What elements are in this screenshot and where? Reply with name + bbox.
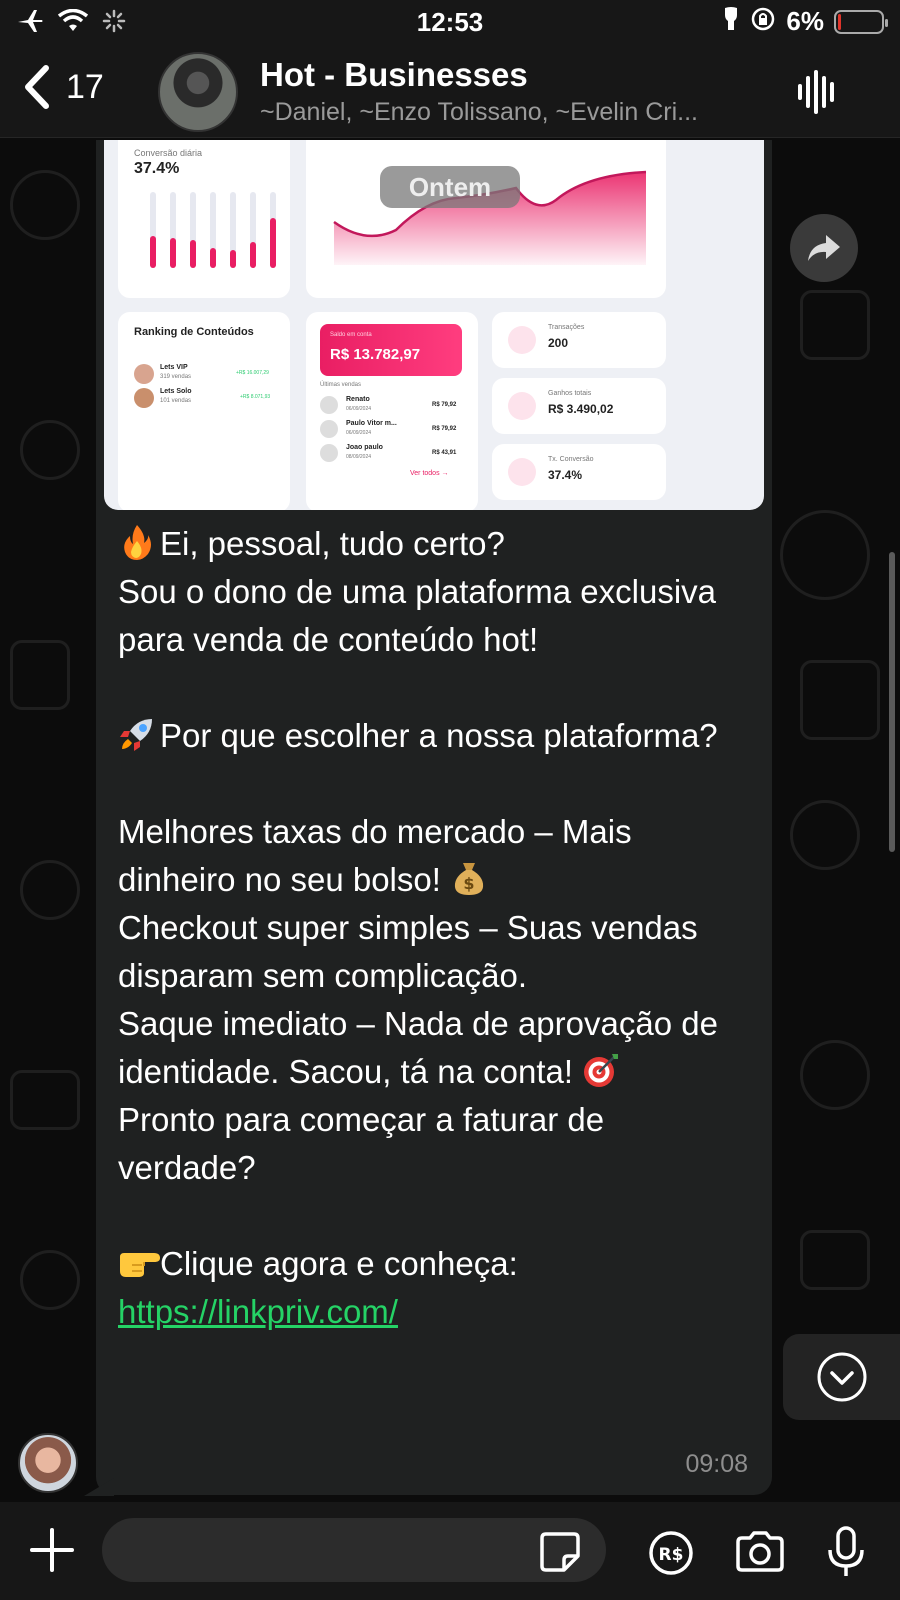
forward-button[interactable]	[790, 214, 858, 282]
earnings-chart-card	[306, 140, 666, 298]
attach-button[interactable]	[28, 1526, 76, 1579]
message-line: Sou o dono de uma plataforma exclusiva p…	[118, 573, 717, 658]
group-title[interactable]: Hot - Businesses	[260, 56, 528, 94]
svg-text:R$: R$	[659, 1545, 684, 1565]
sale-amount: R$ 79,92	[432, 402, 457, 408]
message-timestamp: 09:08	[685, 1450, 748, 1478]
stat-card: Transações 200	[492, 312, 666, 368]
ranking-item-name: Lets VIP	[160, 364, 188, 371]
battery-icon	[834, 9, 888, 34]
see-all-link: Ver todos →	[410, 470, 449, 477]
stat-card: Ganhos totais R$ 3.490,02	[492, 378, 666, 434]
stat-icon	[508, 458, 536, 486]
stat-icon	[508, 326, 536, 354]
message-line: Melhores taxas do mercado – Mais dinheir…	[118, 813, 632, 898]
message-line: Clique agora e conheça: https://linkpriv…	[118, 1243, 518, 1330]
flashlight-icon	[722, 6, 740, 37]
stat-label: Transações	[548, 324, 585, 331]
message-text: Ei, pessoal, tudo certo? Sou o dono de u…	[118, 520, 748, 1336]
ranking-item-amount: +R$ 16.007,29	[236, 370, 269, 376]
status-bar: 12:53 6%	[0, 0, 900, 46]
scrollbar[interactable]	[889, 552, 895, 852]
camera-icon	[736, 1531, 784, 1572]
message-composer: R$	[0, 1502, 900, 1600]
sale-name: Renato	[346, 396, 370, 403]
group-members[interactable]: ~Daniel, ~Enzo Tolissano, ~Evelin Cri...	[260, 98, 760, 127]
payment-button[interactable]: R$	[648, 1530, 694, 1581]
scroll-to-bottom-button[interactable]	[783, 1334, 900, 1420]
sticker-button[interactable]	[538, 1530, 582, 1579]
sale-amount: R$ 79,92	[432, 426, 457, 432]
chevron-left-icon	[25, 65, 49, 109]
date-chip: Ontem	[380, 166, 520, 208]
stat-icon	[508, 392, 536, 420]
ranking-item-amount: +R$ 8.071,93	[240, 394, 271, 400]
svg-text:$: $	[464, 874, 475, 893]
sticker-icon	[540, 1532, 580, 1572]
recent-sales-label: Últimas vendas	[320, 382, 362, 388]
balance-value: R$ 13.782,97	[330, 346, 421, 363]
sale-date: 06/09/2024	[346, 406, 372, 412]
fire-icon	[118, 523, 156, 561]
voice-chat-button[interactable]	[796, 68, 840, 121]
message-line: Checkout super simples – Suas vendas dis…	[118, 909, 698, 994]
camera-button[interactable]	[734, 1530, 786, 1579]
message-line: Ei, pessoal, tudo certo?	[118, 520, 748, 568]
balance-box: Saldo em conta R$ 13.782,97	[320, 324, 462, 376]
stat-value: 37.4%	[548, 468, 583, 482]
dart-icon	[582, 1051, 620, 1089]
plus-icon	[30, 1528, 74, 1572]
ranking-item-sales: 101 vendas	[160, 398, 192, 404]
conversion-label: Conversão diária	[134, 148, 203, 158]
stat-value: R$ 3.490,02	[548, 402, 614, 416]
conversion-value: 37.4%	[134, 160, 180, 177]
sale-amount: R$ 43,91	[432, 450, 457, 456]
audio-waveform-icon	[798, 70, 834, 114]
earnings-area-chart	[333, 170, 647, 265]
message-line: Pronto para começar a faturar de verdade…	[118, 1101, 605, 1186]
payment-icon: R$	[649, 1531, 693, 1575]
battery-percent: 6%	[786, 6, 824, 36]
rotation-lock-icon	[750, 6, 776, 37]
ranking-card: Ranking de Conteúdos Lets VIP 319 vendas…	[118, 312, 290, 510]
message-input[interactable]	[102, 1518, 606, 1582]
stat-value: 200	[548, 336, 569, 350]
unread-count: 17	[66, 67, 104, 106]
message-blank-line	[118, 760, 748, 808]
microphone-icon	[828, 1526, 864, 1576]
balance-card: Saldo em conta R$ 13.782,97 Últimas vend…	[306, 312, 478, 510]
ranking-title: Ranking de Conteúdos	[134, 326, 254, 338]
ranking-item-name: Lets Solo	[160, 388, 192, 395]
sender-avatar[interactable]	[18, 1433, 78, 1493]
stat-label: Ganhos totais	[548, 390, 592, 397]
group-avatar[interactable]	[158, 52, 238, 132]
stat-label: Tx. Conversão	[548, 456, 594, 463]
forward-arrow-icon	[808, 235, 840, 261]
message-blank-line	[118, 1192, 748, 1240]
chat-header: 17 Hot - Businesses ~Daniel, ~Enzo Tolis…	[0, 46, 900, 138]
stat-card: Tx. Conversão 37.4%	[492, 444, 666, 500]
ranking-item-sales: 319 vendas	[160, 374, 192, 380]
rocket-icon	[118, 715, 156, 753]
message-link[interactable]: https://linkpriv.com/	[118, 1293, 398, 1330]
sale-name: Joao paulo	[346, 444, 383, 451]
balance-label: Saldo em conta	[330, 332, 372, 338]
money-bag-icon: $	[450, 859, 488, 897]
sale-date: 08/09/2024	[346, 454, 372, 460]
message-line: Por que escolher a nossa plataforma?	[118, 712, 748, 760]
sale-date: 06/09/2024	[346, 430, 372, 436]
message-line: Saque imediato – Nada de aprovação de id…	[118, 1005, 718, 1090]
microphone-button[interactable]	[826, 1526, 866, 1583]
chevron-down-icon	[817, 1352, 866, 1402]
sale-name: Paulo Vitor m...	[346, 420, 397, 427]
back-button[interactable]: 17	[22, 64, 104, 110]
conversion-card: Conversão diária 37.4%	[118, 140, 290, 298]
pointing-hand-icon	[118, 1243, 160, 1281]
message-blank-line	[118, 664, 748, 712]
